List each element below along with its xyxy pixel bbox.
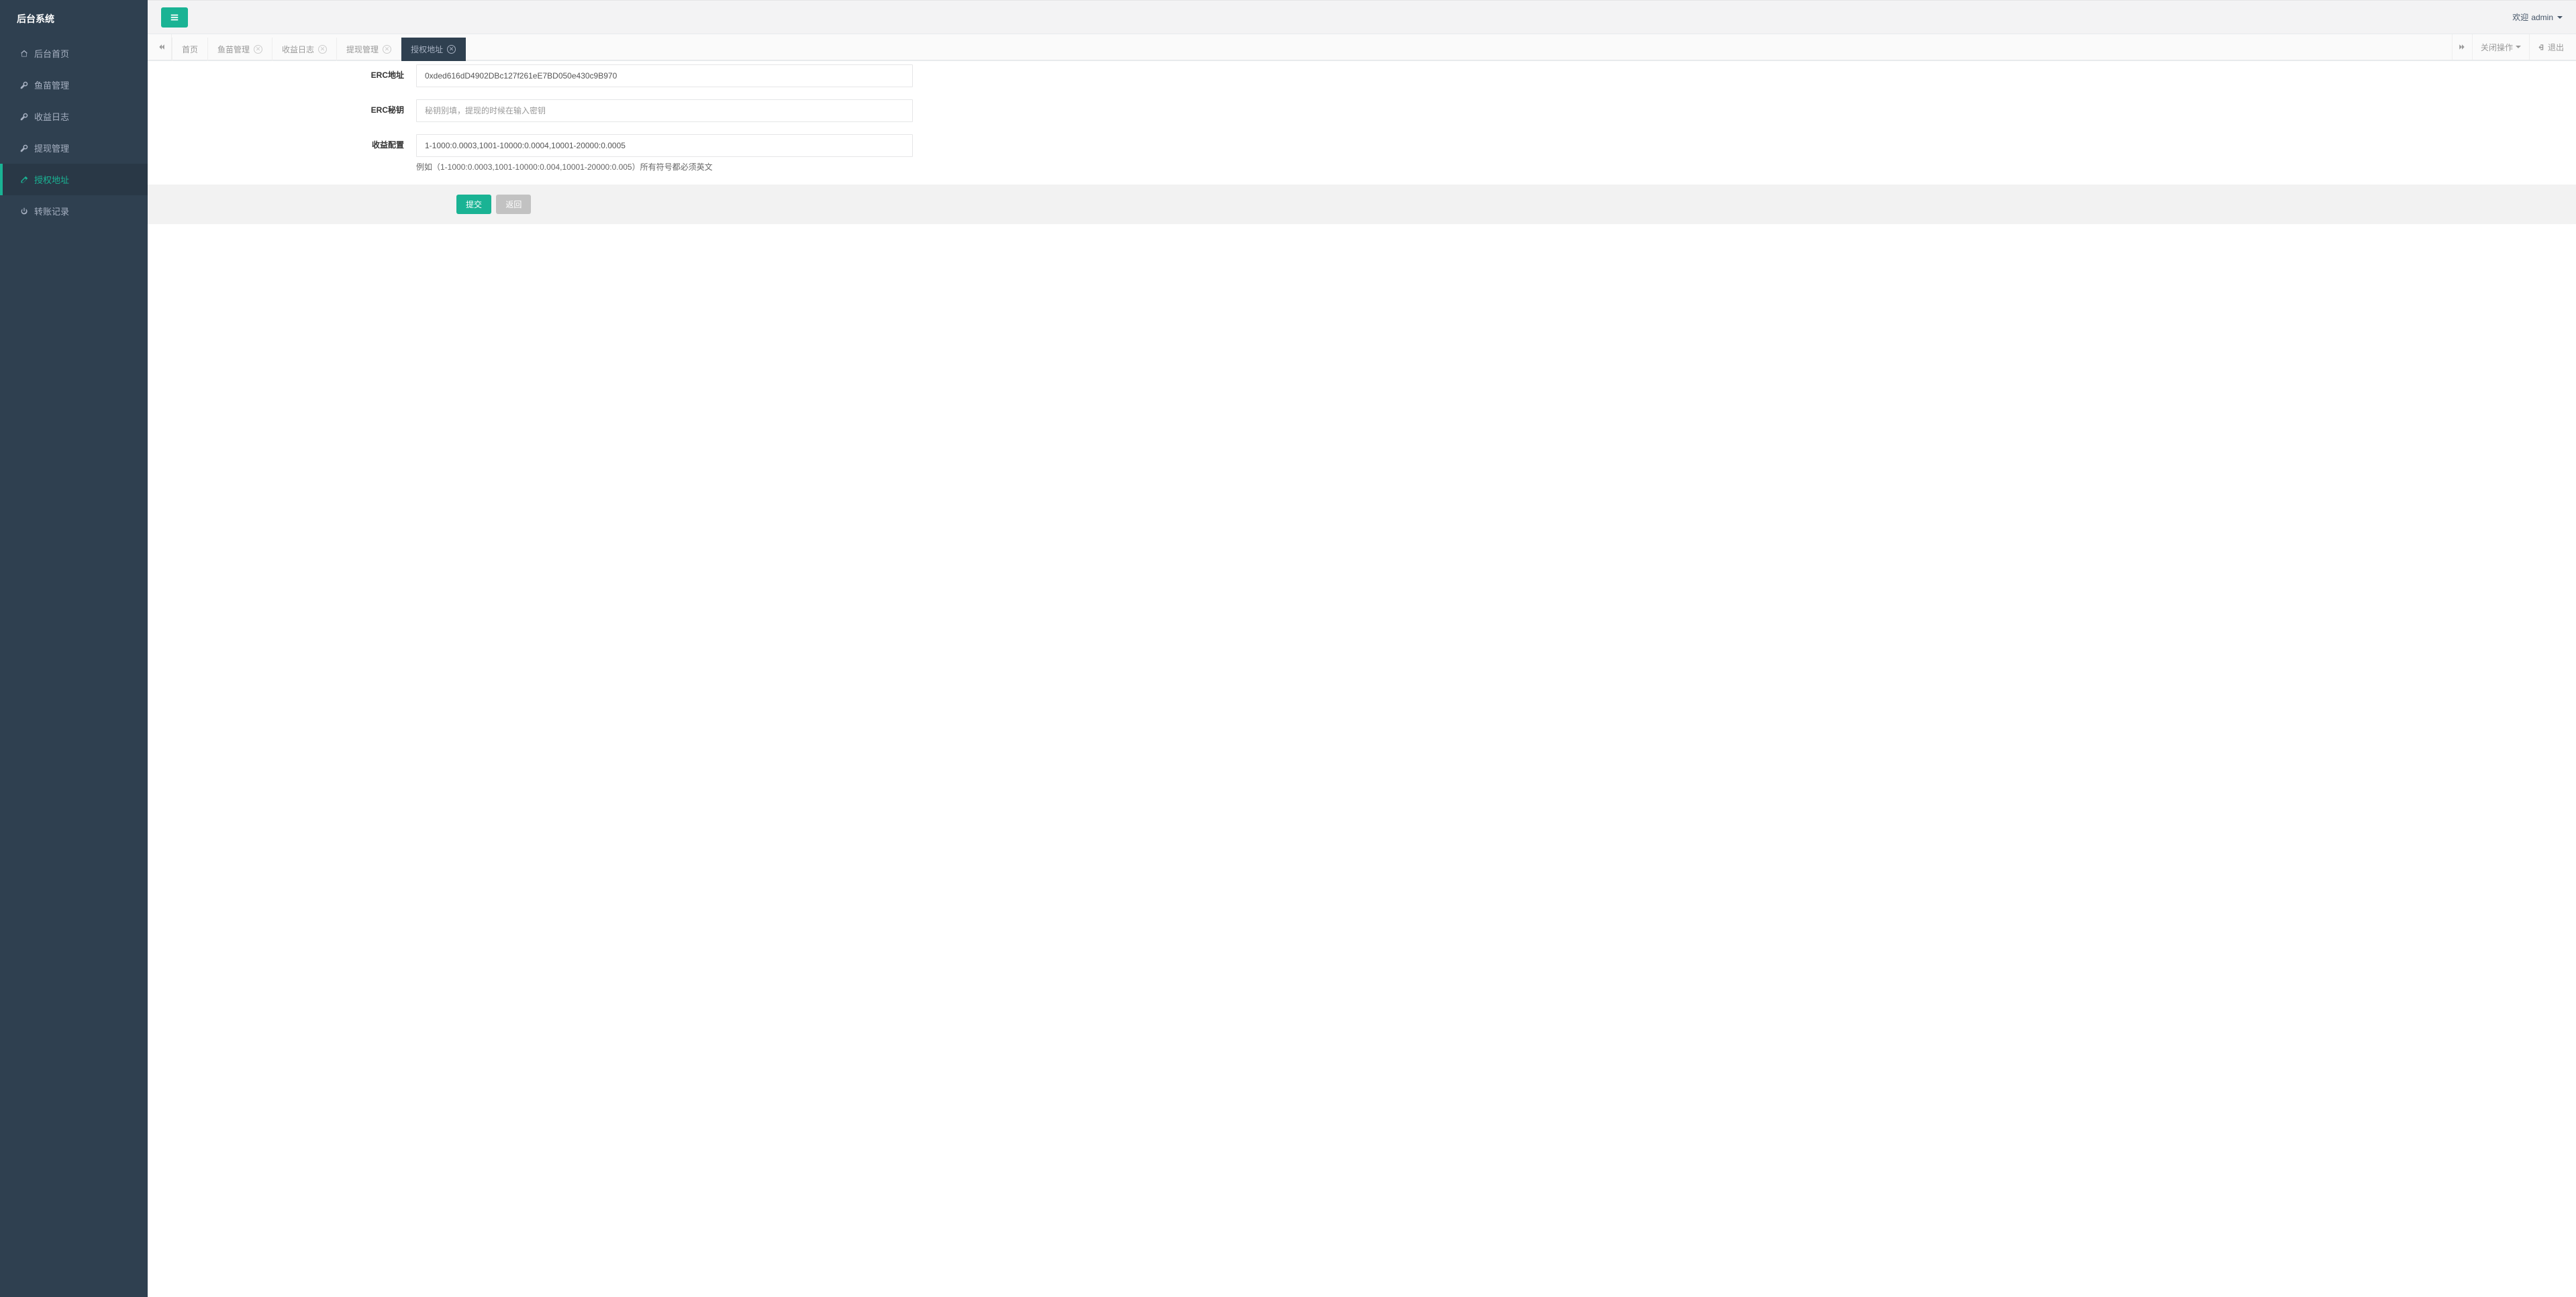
power-icon	[19, 207, 29, 216]
form-row-erc-address: ERC地址	[302, 64, 1242, 87]
sidebar: 后台系统 后台首页 鱼苗管理 收益日志 提现管理	[0, 0, 148, 1297]
submit-button[interactable]: 提交	[456, 195, 491, 214]
tab-right-controls: 关闭操作 退出	[2452, 34, 2572, 60]
toggle-sidebar-button[interactable]	[161, 7, 188, 28]
username: admin	[2531, 13, 2553, 22]
nav-item-auth-address[interactable]: 授权地址	[0, 164, 148, 195]
form: ERC地址 ERC秘钥 收益配置 例如（1-1000:0.0003,1001-1…	[302, 64, 1242, 172]
logout-label: 退出	[2548, 42, 2564, 53]
nav-item-withdraw[interactable]: 提现管理	[0, 132, 148, 164]
tab-label: 收益日志	[282, 44, 314, 55]
close-ops-dropdown[interactable]: 关闭操作	[2472, 34, 2529, 60]
content: ERC地址 ERC秘钥 收益配置 例如（1-1000:0.0003,1001-1…	[148, 61, 2576, 1297]
main: 欢迎 admin 首页 鱼苗管理 ✕ 收益日志 ✕ 提现管理 ✕	[148, 0, 2576, 1297]
tab-auth-address[interactable]: 授权地址 ✕	[401, 38, 466, 61]
tab-label: 授权地址	[411, 44, 443, 55]
caret-down-icon	[2516, 46, 2521, 48]
erc-secret-label: ERC秘钥	[302, 99, 416, 115]
wrench-icon	[19, 81, 29, 90]
form-row-profit-config: 收益配置 例如（1-1000:0.0003,1001-10000:0.004,1…	[302, 134, 1242, 172]
tab-profit-log[interactable]: 收益日志 ✕	[273, 38, 337, 61]
back-button[interactable]: 返回	[496, 195, 531, 214]
nav-item-profit-log[interactable]: 收益日志	[0, 101, 148, 132]
home-icon	[19, 49, 29, 58]
logout-icon	[2538, 44, 2545, 51]
bars-icon	[170, 13, 179, 22]
logout-button[interactable]: 退出	[2529, 34, 2572, 60]
tabs-scroll-right-button[interactable]	[2452, 34, 2472, 60]
wrench-icon	[19, 144, 29, 153]
profit-config-label: 收益配置	[302, 134, 416, 150]
tab-withdraw[interactable]: 提现管理 ✕	[337, 38, 401, 61]
tab-home[interactable]: 首页	[172, 38, 208, 61]
nav-item-home[interactable]: 后台首页	[0, 38, 148, 69]
erc-secret-input[interactable]	[416, 99, 913, 122]
tab-bar: 首页 鱼苗管理 ✕ 收益日志 ✕ 提现管理 ✕ 授权地址 ✕	[148, 34, 2576, 61]
nav-item-label: 鱼苗管理	[34, 79, 69, 91]
close-ops-label: 关闭操作	[2481, 42, 2513, 53]
nav-item-transfer[interactable]: 转账记录	[0, 195, 148, 227]
tab-label: 首页	[182, 44, 198, 55]
nav-item-label: 转账记录	[34, 205, 69, 217]
double-chevron-right-icon	[2459, 44, 2465, 50]
nav-item-label: 授权地址	[34, 173, 69, 186]
close-icon[interactable]: ✕	[254, 45, 262, 54]
tab-fish[interactable]: 鱼苗管理 ✕	[208, 38, 273, 61]
profit-config-help: 例如（1-1000:0.0003,1001-10000:0.004,10001-…	[416, 161, 913, 172]
topbar: 欢迎 admin	[148, 1, 2576, 34]
caret-down-icon	[2557, 16, 2563, 19]
close-icon[interactable]: ✕	[383, 45, 391, 54]
app-title: 后台系统	[0, 0, 148, 38]
profit-config-input[interactable]	[416, 134, 913, 157]
tab-label: 鱼苗管理	[217, 44, 250, 55]
nav-item-fish[interactable]: 鱼苗管理	[0, 69, 148, 101]
tab-group: 首页 鱼苗管理 ✕ 收益日志 ✕ 提现管理 ✕ 授权地址 ✕	[172, 34, 2452, 60]
erc-address-label: ERC地址	[302, 64, 416, 81]
erc-address-input[interactable]	[416, 64, 913, 87]
close-icon[interactable]: ✕	[318, 45, 327, 54]
double-chevron-left-icon	[158, 44, 165, 50]
nav-item-label: 提现管理	[34, 142, 69, 154]
form-footer: 提交 返回	[148, 185, 2576, 224]
close-icon[interactable]: ✕	[447, 45, 456, 54]
nav-menu: 后台首页 鱼苗管理 收益日志 提现管理 授权地址	[0, 38, 148, 227]
form-row-erc-secret: ERC秘钥	[302, 99, 1242, 122]
user-menu[interactable]: 欢迎 admin	[2512, 11, 2563, 23]
nav-item-label: 收益日志	[34, 110, 69, 123]
edit-icon	[19, 175, 29, 185]
wrench-icon	[19, 112, 29, 121]
welcome-text: 欢迎	[2512, 11, 2528, 23]
nav-item-label: 后台首页	[34, 47, 69, 60]
tab-label: 提现管理	[346, 44, 379, 55]
tabs-scroll-left-button[interactable]	[152, 34, 172, 60]
